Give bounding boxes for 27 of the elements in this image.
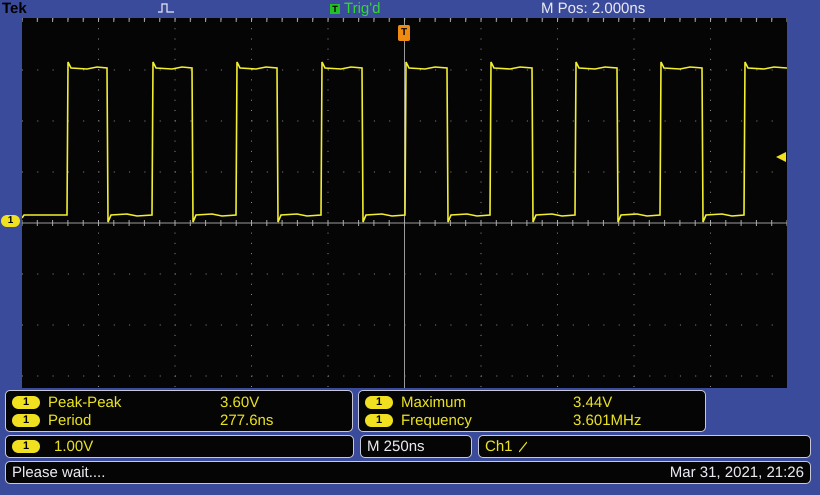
date-time: Mar 31, 2021, 21:26 (670, 464, 804, 481)
trigger-position-marker: T (398, 25, 410, 41)
rising-edge-icon (518, 440, 527, 452)
channel-badge: 1 (365, 396, 393, 408)
channel-badge: 1 (12, 414, 40, 426)
trigger-source: Ch1 (485, 438, 513, 455)
measurement-label: Period (48, 412, 92, 428)
trigger-level-arrow-icon (776, 152, 786, 162)
status-message: Please wait.... (12, 464, 106, 481)
measurement-label: Peak-Peak (48, 394, 122, 410)
measurement-label: Maximum (401, 394, 468, 410)
horizontal-position: M Pos: 2.000ns (541, 0, 646, 18)
measurement-value: 3.601MHz (573, 412, 642, 428)
vertical-scale: 1.00V (54, 438, 94, 455)
measurement-value: 3.44V (573, 394, 612, 410)
channel-badge: 1 (12, 396, 40, 408)
channel-badge: 1 (365, 414, 393, 426)
channel-badge: 1 (12, 440, 40, 453)
brand-label: Tek (2, 0, 27, 18)
timebase-readout: M 250ns (360, 435, 472, 458)
measurement-label: Frequency (401, 412, 473, 428)
pulse-icon (158, 3, 174, 13)
trigger-badge: T (330, 4, 340, 14)
measurement-value: 277.6ns (220, 412, 274, 428)
channel-marker: 1 (1, 215, 20, 227)
trigger-status: Trig'd (344, 0, 380, 18)
measurement-value: 3.60V (220, 394, 260, 410)
